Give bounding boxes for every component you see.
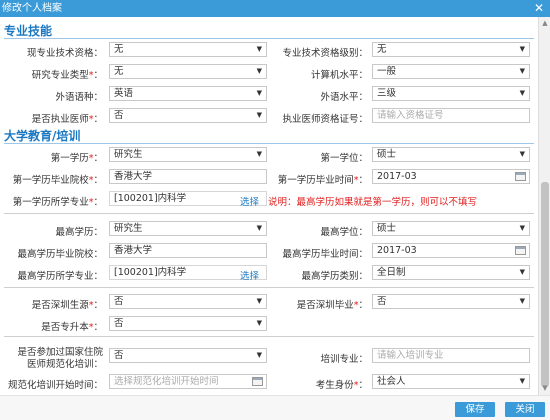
language-select[interactable]: 英语 ▼ [109,86,267,101]
first-grad-time-input[interactable]: 2017-03 [372,169,530,184]
first-school-input[interactable]: 香港大学 [109,169,267,184]
first-grad-time-label: 第一学历毕业时间*： [277,175,368,186]
chevron-down-icon: ▼ [519,297,525,305]
form-content: 专业技能 现专业技术资格： 无 ▼ 专业技术资格级别： 无 ▼ 研究专业类型*： 无… [0,17,538,395]
tech-level-label: 专业技术资格级别： [282,48,368,59]
computer-level-label: 计算机水平： [310,70,368,81]
training-major-label: 培训专业： [320,354,368,365]
calendar-icon [515,246,526,255]
first-degree-select[interactable]: 硕士 ▼ [372,147,530,162]
first-major-label: 第一学历所学专业*： [12,197,103,208]
upgrade-select[interactable]: 否 ▼ [109,316,267,331]
row-divider [4,213,534,214]
first-school-label: 第一学历毕业院校*： [12,175,103,186]
scroll-down-icon[interactable]: ▼ [540,383,550,393]
chevron-down-icon: ▼ [256,319,262,327]
highest-degree-label: 最高学位： [320,227,368,238]
tech-qualification-select[interactable]: 无 ▼ [109,42,267,57]
highest-grad-time-input[interactable]: 2017-03 [372,243,530,258]
dialog-footer: 保存 关闭 [0,395,550,420]
national-training-select[interactable]: 否 ▼ [109,348,267,363]
computer-level-select[interactable]: 一般 ▼ [372,64,530,79]
language-label: 外语语种： [55,92,103,103]
national-training-label-line2: 医师规范化培训： [26,359,103,370]
scroll-up-icon[interactable]: ▲ [540,18,550,28]
trainee-identity-select[interactable]: 社会人 ▼ [372,374,530,389]
shenzhen-grad-label: 是否深圳毕业*： [296,300,368,311]
highest-school-input[interactable]: 香港大学 [109,243,267,258]
upgrade-label: 是否专升本*： [41,322,103,333]
chevron-down-icon: ▼ [519,45,525,53]
shenzhen-grad-select[interactable]: 否 ▼ [372,294,530,309]
chevron-down-icon: ▼ [519,377,525,385]
save-button[interactable]: 保存 [455,402,495,417]
chevron-down-icon: ▼ [519,67,525,75]
training-major-input[interactable]: 请输入培训专业 [372,348,530,363]
shenzhen-origin-select[interactable]: 否 ▼ [109,294,267,309]
highest-grad-time-label: 最高学历毕业时间： [282,249,368,260]
section-divider [4,38,534,39]
close-button[interactable]: 关闭 [505,402,545,417]
row-divider [4,287,534,288]
scrollbar-thumb[interactable] [541,182,549,387]
first-degree-edu-select[interactable]: 研究生 ▼ [109,147,267,162]
section-title-professional: 专业技能 [4,24,53,38]
shenzhen-origin-label: 是否深圳生源*： [31,300,103,311]
first-major-select-link[interactable]: 选择 [240,194,259,208]
highest-major-label: 最高学历所学专业： [17,271,103,282]
close-icon[interactable]: ✕ [534,0,544,17]
licensed-doctor-label: 是否执业医师*： [31,114,103,125]
tech-level-select[interactable]: 无 ▼ [372,42,530,57]
highest-degree-select[interactable]: 硕士 ▼ [372,221,530,236]
first-degree-note: 说明：最高学历如果就是第一学历，则可以不填写 [268,197,478,208]
row-divider [4,336,534,337]
research-type-select[interactable]: 无 ▼ [109,64,267,79]
highest-edu-select[interactable]: 研究生 ▼ [109,221,267,236]
first-degree-edu-label: 第一学历*： [50,153,103,164]
tech-qualification-label: 现专业技术资格： [26,48,103,59]
research-type-label: 研究专业类型*： [31,70,103,81]
calendar-icon [515,172,526,181]
chevron-down-icon: ▼ [519,150,525,158]
highest-school-label: 最高学历毕业院校： [17,249,103,260]
training-start-label: 规范化培训开始时间： [7,380,103,391]
chevron-down-icon: ▼ [519,89,525,97]
trainee-identity-label: 考生身份*： [315,380,368,391]
highest-edu-label: 最高学历： [55,227,103,238]
licensed-doctor-select[interactable]: 否 ▼ [109,108,267,123]
license-no-label: 执业医师资格证号： [282,114,368,125]
highest-type-select[interactable]: 全日制 ▼ [372,265,530,280]
dialog-title: 修改个人档案 [2,3,62,14]
dialog-titlebar: 修改个人档案 ✕ [0,0,550,17]
first-degree-label: 第一学位： [320,153,368,164]
language-level-label: 外语水平： [320,92,368,103]
chevron-down-icon: ▼ [519,224,525,232]
vertical-scrollbar[interactable]: ▲ ▼ [538,17,550,395]
section-title-education: 大学教育/培训 [4,129,81,143]
license-no-input[interactable]: 请输入资格证号 [372,108,530,123]
training-start-input[interactable]: 选择规范化培训开始时间 [109,374,267,389]
highest-type-label: 最高学历类别： [301,271,368,282]
chevron-down-icon: ▼ [519,268,525,276]
section-divider [4,143,534,144]
language-level-select[interactable]: 三级 ▼ [372,86,530,101]
